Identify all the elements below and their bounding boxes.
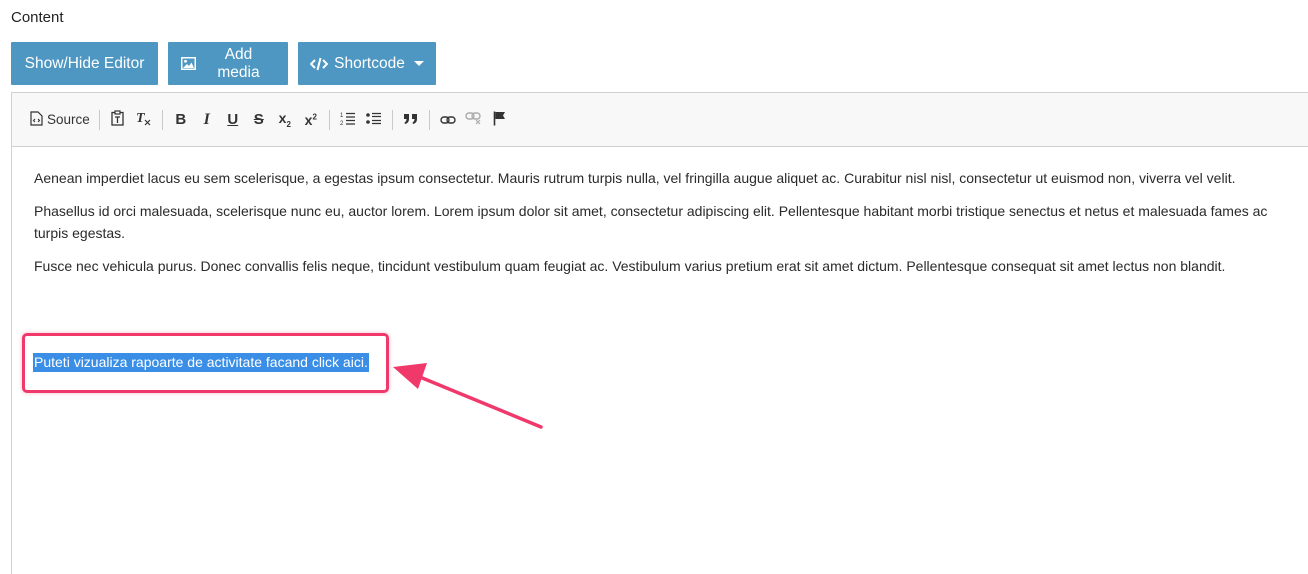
svg-text:T: T [136, 111, 146, 126]
image-icon [181, 57, 196, 70]
source-button[interactable]: Source [27, 107, 93, 133]
unlink-icon [465, 111, 482, 128]
bold-button[interactable]: B [169, 107, 193, 133]
svg-text:1: 1 [340, 113, 344, 119]
code-icon [310, 57, 329, 71]
toolbar-separator [391, 109, 393, 130]
link-button[interactable] [436, 107, 460, 133]
selected-link-text[interactable]: Puteti vizualiza rapoarte de activitate … [33, 353, 369, 372]
content-paragraph: Fusce nec vehicula purus. Donec convalli… [34, 258, 1226, 274]
source-label: Source [47, 112, 90, 127]
italic-button[interactable]: I [195, 107, 219, 133]
clear-format-icon: T [135, 110, 152, 129]
flag-icon [493, 111, 506, 129]
svg-text:2: 2 [340, 121, 344, 126]
subscript-button[interactable]: x2 [273, 107, 297, 133]
underline-button[interactable]: U [221, 107, 245, 133]
editor-content-area[interactable]: Aenean imperdiet lacus eu sem scelerisqu… [12, 147, 1282, 277]
quote-icon [403, 112, 419, 128]
content-paragraph: Aenean imperdiet lacus eu sem scelerisqu… [34, 170, 1236, 186]
toolbar-separator [161, 109, 163, 130]
blockquote-button[interactable] [399, 107, 423, 133]
source-icon [30, 110, 43, 129]
editor-action-bar: Show/Hide Editor Add media Shortcode [11, 42, 436, 85]
content-label: Content [11, 9, 64, 26]
toolbar-separator [428, 109, 430, 130]
editor-toolbar: Source T B I U S x2 x2 12 [12, 93, 1308, 147]
show-hide-editor-label: Show/Hide Editor [24, 54, 145, 72]
remove-format-button[interactable]: T [132, 107, 156, 133]
superscript-button[interactable]: x2 [299, 107, 323, 133]
bulleted-list-icon [365, 111, 382, 129]
add-media-label: Add media [217, 45, 260, 81]
bulleted-list-button[interactable] [362, 107, 386, 133]
pointer-arrow [385, 355, 550, 440]
anchor-button[interactable] [488, 107, 512, 133]
strikethrough-button[interactable]: S [247, 107, 271, 133]
toolbar-separator [328, 109, 330, 130]
italic-icon: I [203, 110, 210, 128]
unlink-button[interactable] [462, 107, 486, 133]
clipboard-icon [111, 110, 124, 129]
underline-icon: U [227, 111, 239, 128]
superscript-icon: x2 [304, 111, 317, 128]
bold-icon: B [175, 111, 187, 128]
numbered-list-button[interactable]: 12 [336, 107, 360, 133]
shortcode-label: Shortcode [334, 54, 405, 72]
subscript-icon: x2 [278, 110, 291, 129]
content-paragraph: Phasellus id orci malesuada, scelerisque… [34, 203, 1268, 241]
shortcode-dropdown-button[interactable]: Shortcode [298, 42, 436, 85]
caret-down-icon [413, 61, 424, 66]
show-hide-editor-button[interactable]: Show/Hide Editor [11, 42, 158, 85]
add-media-button[interactable]: Add media [168, 42, 288, 85]
link-icon [440, 112, 456, 128]
paste-text-button[interactable] [106, 107, 130, 133]
numbered-list-icon: 12 [340, 111, 356, 129]
toolbar-separator [98, 109, 100, 130]
strikethrough-icon: S [253, 111, 264, 128]
